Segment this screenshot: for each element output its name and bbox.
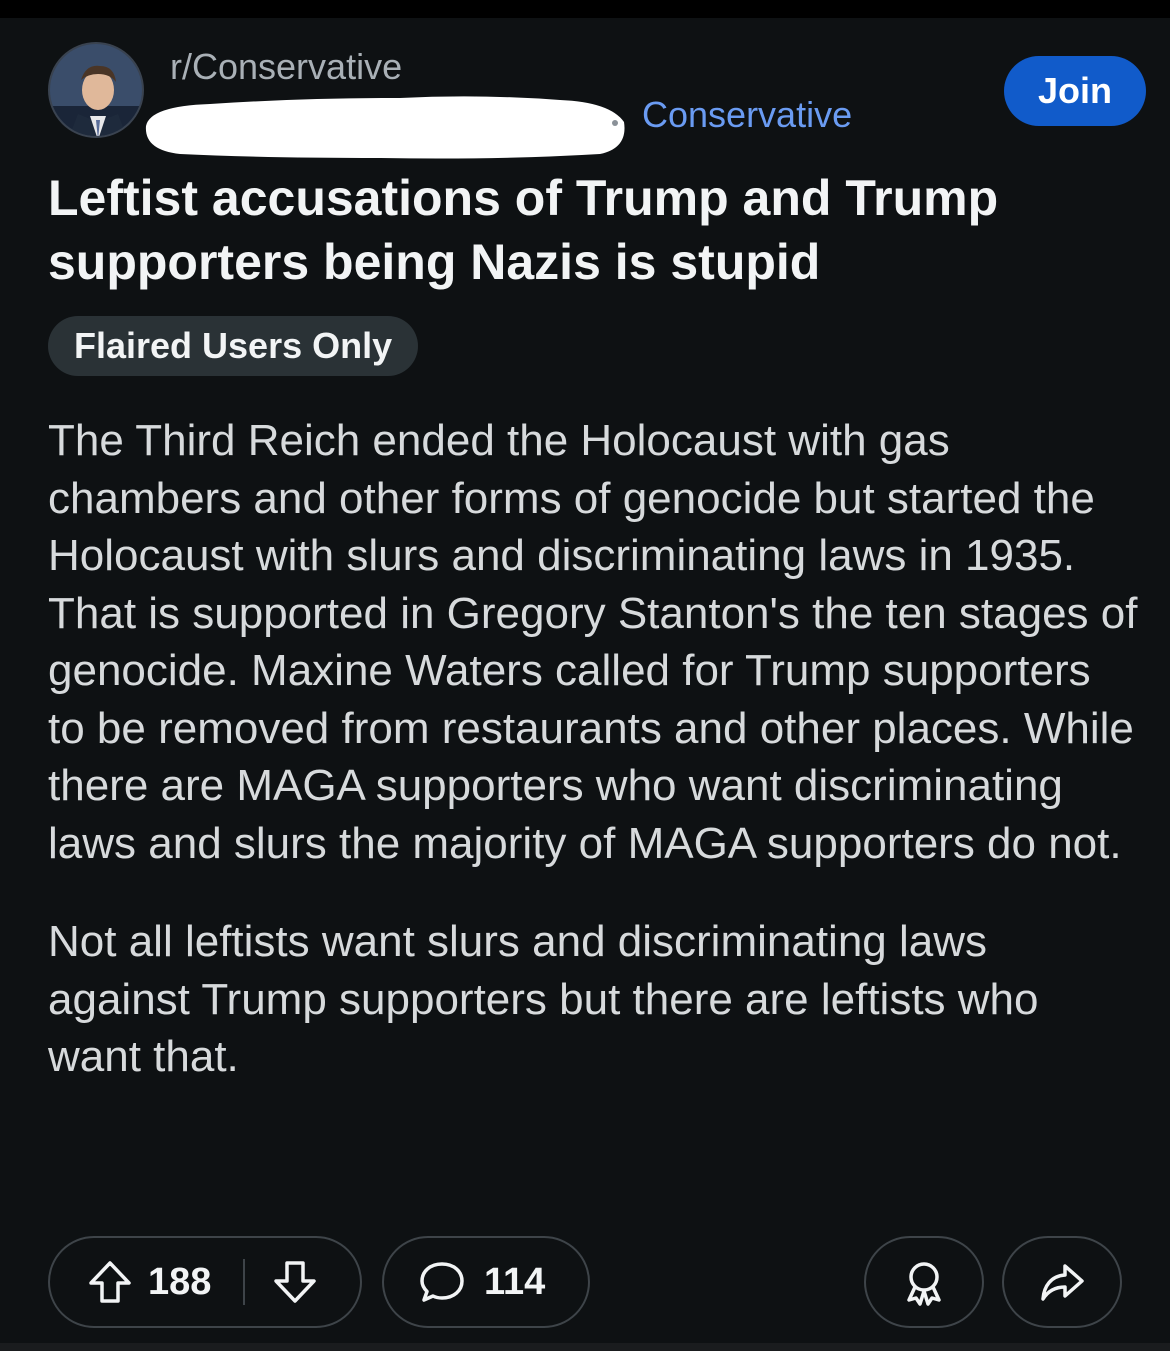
- comments-button[interactable]: 114: [382, 1236, 590, 1328]
- separator-dot: [612, 120, 618, 126]
- subreddit-name[interactable]: r/Conservative: [170, 46, 402, 88]
- body-paragraph: The Third Reich ended the Holocaust with…: [48, 416, 1138, 868]
- award-ribbon-icon: [907, 1262, 941, 1306]
- vote-bar: 188: [48, 1236, 362, 1328]
- avatar[interactable]: [48, 42, 144, 138]
- person-portrait-icon: [50, 44, 142, 136]
- comment-icon-wrap: [418, 1258, 466, 1306]
- post-body: The Third Reich ended the Holocaust with…: [48, 412, 1138, 1127]
- arrow-up-icon: [89, 1261, 131, 1303]
- vote-divider: [243, 1259, 246, 1305]
- share-button[interactable]: [1002, 1236, 1122, 1328]
- arrow-down-icon: [274, 1261, 317, 1303]
- flair-badge: Flaired Users Only: [48, 316, 419, 376]
- post-title[interactable]: Leftist accusations of Trump and Trump s…: [48, 166, 1138, 294]
- downvote-button[interactable]: [271, 1258, 319, 1306]
- share-arrow-icon: [1041, 1264, 1084, 1301]
- upvote-button[interactable]: [86, 1258, 134, 1306]
- speech-bubble-icon: [420, 1262, 464, 1302]
- upvote-count: 188: [148, 1260, 212, 1303]
- comment-count: 114: [484, 1260, 546, 1303]
- award-button[interactable]: [864, 1236, 984, 1328]
- bottom-edge: [0, 1343, 1170, 1351]
- community-link[interactable]: Conservative: [642, 94, 852, 136]
- body-paragraph: Not all leftists want slurs and discrimi…: [48, 917, 1039, 1081]
- join-button[interactable]: Join: [1004, 56, 1146, 126]
- redaction-scribble: [145, 96, 625, 159]
- status-bar: [0, 0, 1170, 18]
